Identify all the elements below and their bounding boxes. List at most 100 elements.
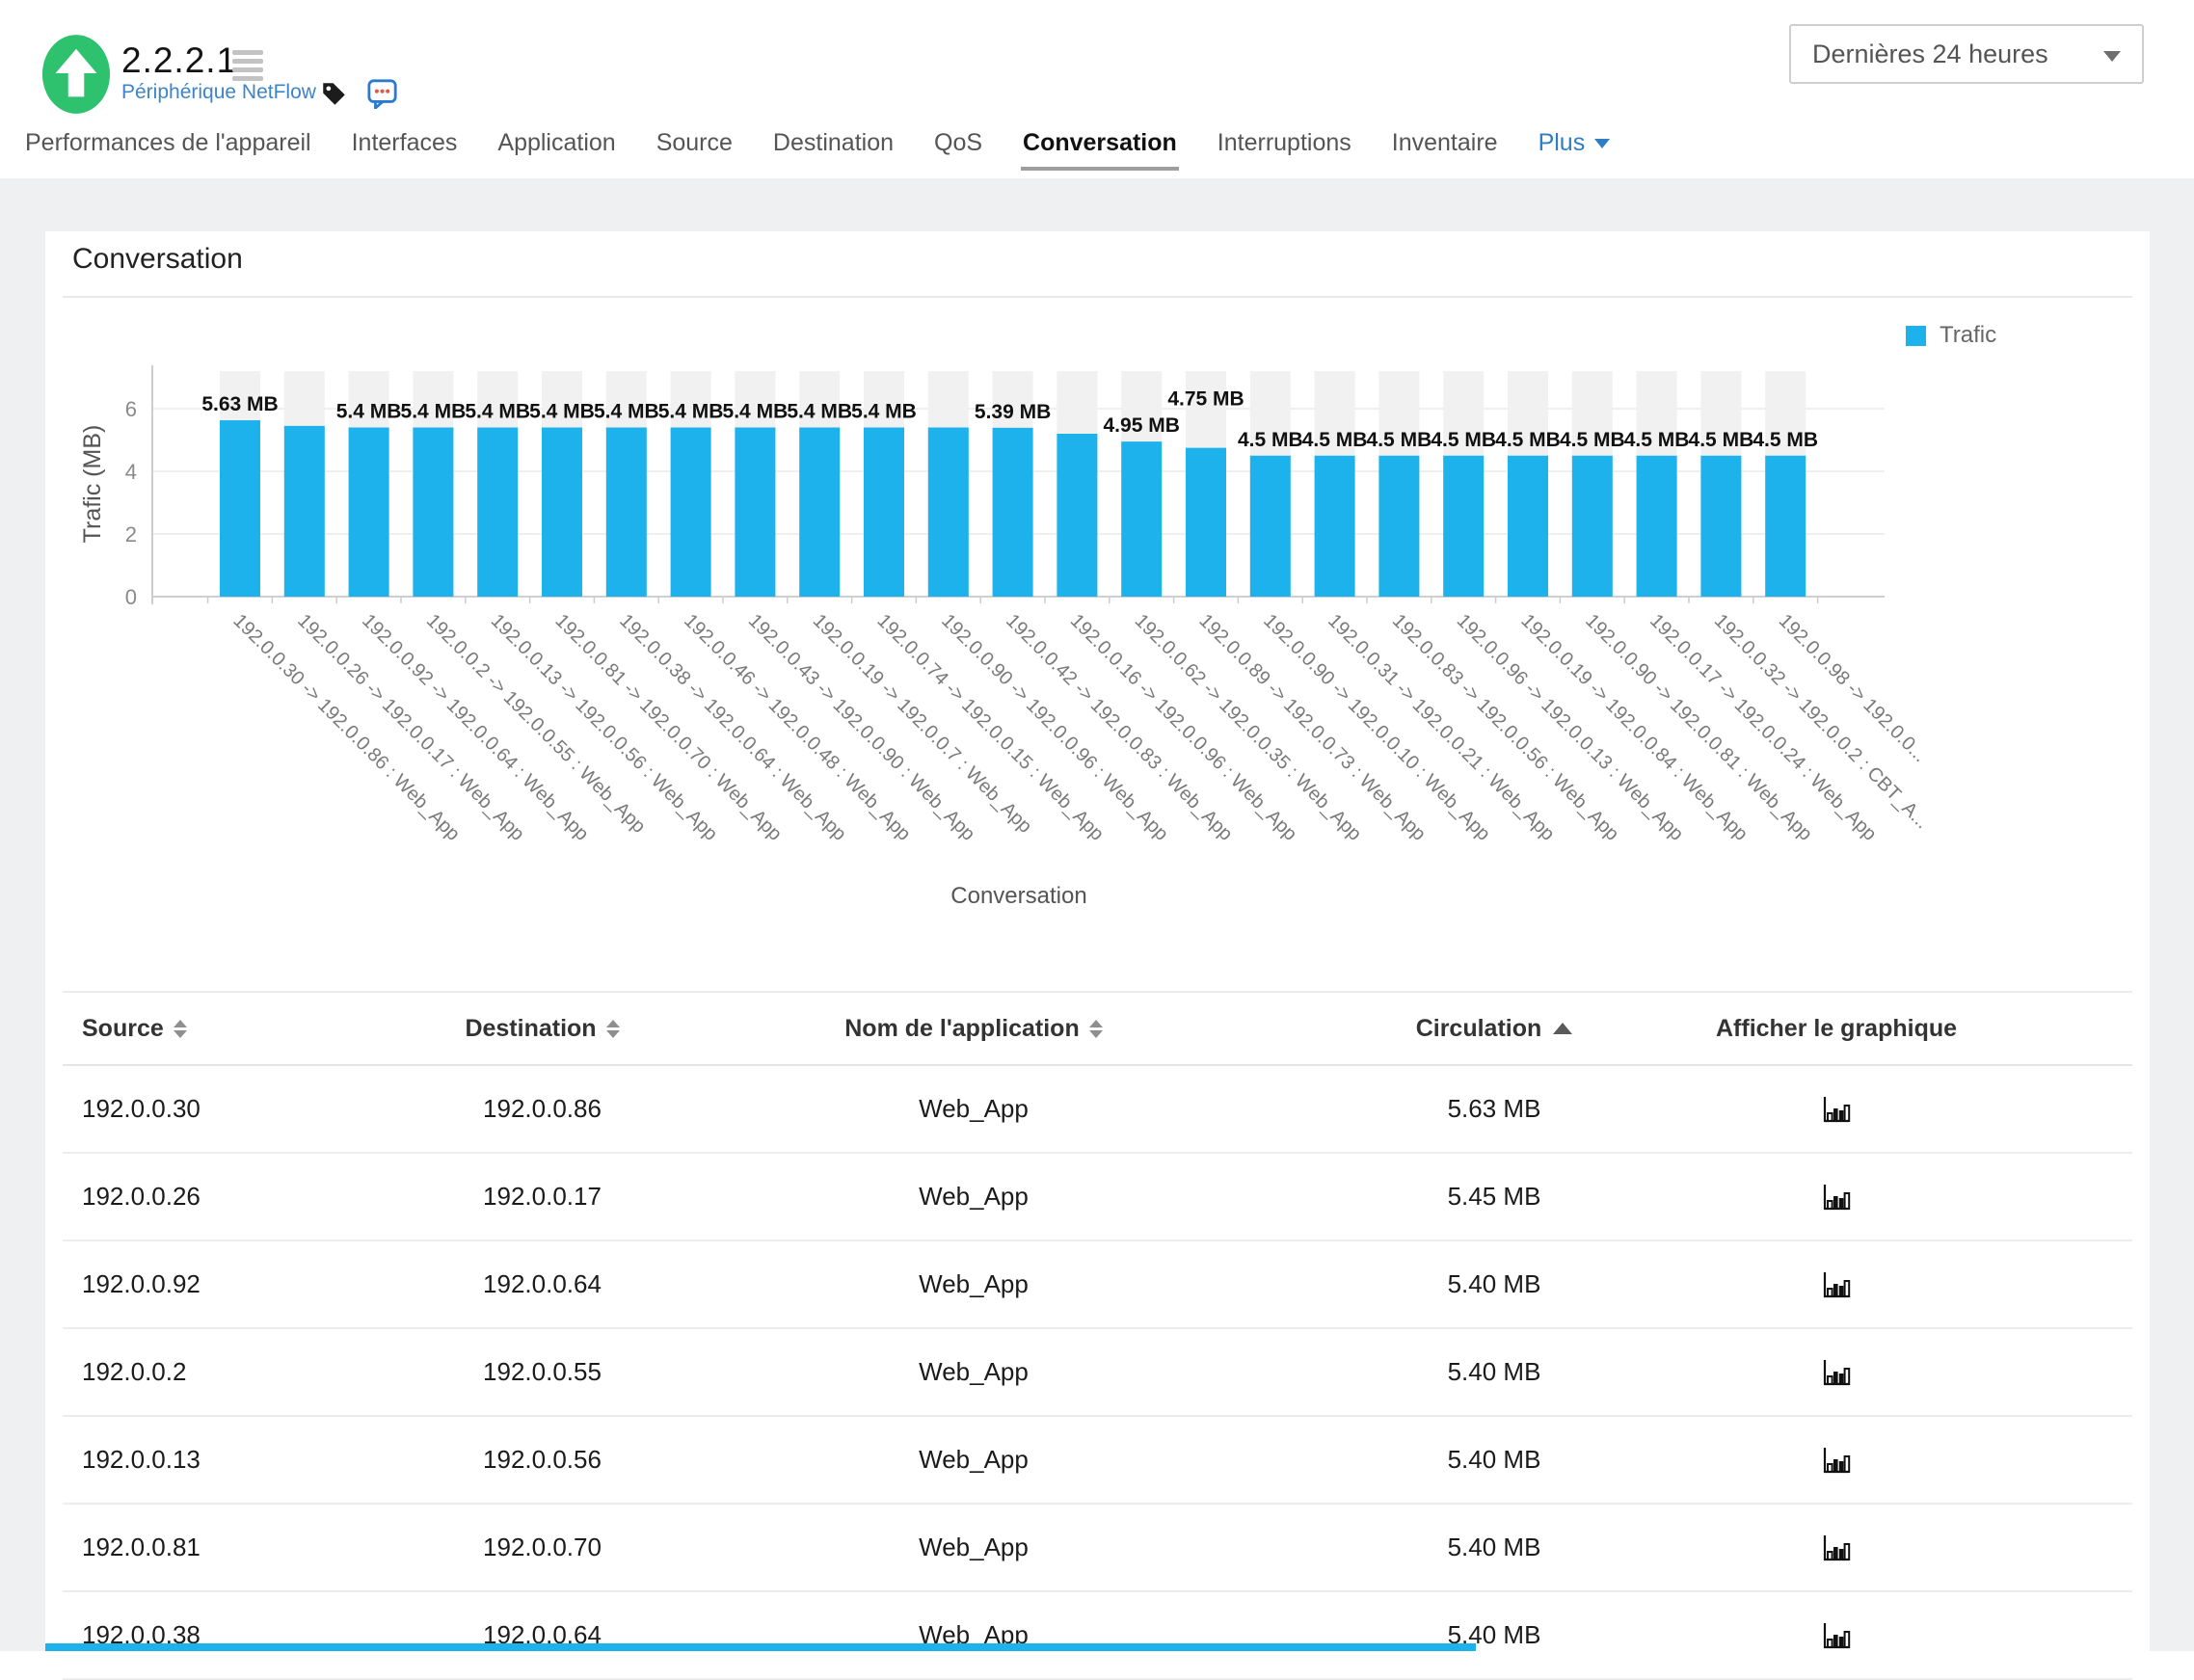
trafic-bar[interactable] [1765,455,1806,597]
bar-value-label: 4.5 MB [1753,429,1818,451]
device-menu-icon[interactable] [232,50,263,81]
trafic-bar[interactable] [477,427,519,598]
bar-chart-icon[interactable] [1821,1094,1852,1125]
column-header-destination[interactable]: Destination [352,1015,733,1043]
bar-chart-icon[interactable] [1821,1445,1852,1476]
trafic-bar[interactable] [864,427,904,598]
trafic-bar[interactable] [413,427,454,598]
table-row: 192.0.0.13 192.0.0.56 Web_App 5.40 MB [63,1417,2132,1505]
bar-value-label: 5.39 MB [975,401,1051,423]
bar-value-label: 4.5 MB [1689,429,1754,451]
svg-text:6: 6 [125,397,137,421]
trafic-bar[interactable] [283,425,325,597]
cell-source: 192.0.0.30 [82,1094,201,1123]
trafic-bar[interactable] [1571,455,1613,597]
tab-more[interactable]: Plus [1537,125,1613,171]
table-header-row: Source Destination Nom de l'application … [63,993,2132,1066]
trafic-bar[interactable] [1249,455,1291,597]
trafic-bar[interactable] [992,427,1033,597]
tab-interfaces[interactable]: Interfaces [350,125,460,171]
cell-application: Web_App [919,1269,1029,1298]
cell-destination: 192.0.0.56 [483,1445,602,1474]
trafic-bar[interactable] [1314,455,1355,597]
time-range-select[interactable]: Dernières 24 heures [1789,24,2144,84]
x-axis-category-label: 192.0.0.90 -> 192.0.0.81 : Web_App [1581,610,1816,845]
cell-source: 192.0.0.13 [82,1445,201,1474]
column-header-source[interactable]: Source [63,1015,352,1043]
sort-updown-icon [605,1019,620,1038]
tab-inventory[interactable]: Inventaire [1390,125,1500,171]
bar-value-label: 5.4 MB [465,401,530,423]
trafic-bar[interactable] [1121,441,1163,597]
trafic-bar[interactable] [1700,455,1742,597]
cell-source: 192.0.0.92 [82,1269,201,1298]
bar-chart-icon[interactable] [1821,1620,1852,1651]
table-row: 192.0.0.26 192.0.0.17 Web_App 5.45 MB [63,1154,2132,1241]
bar-value-label: 5.4 MB [851,401,917,423]
trafic-bar[interactable] [1508,455,1548,597]
trafic-bar[interactable] [670,427,711,598]
trafic-bar[interactable] [735,427,776,598]
bar-chart-icon[interactable] [1821,1357,1852,1388]
cell-traffic: 5.40 MB [1447,1357,1541,1386]
trafic-bar[interactable] [542,427,582,598]
x-axis-category-label: 192.0.0.62 -> 192.0.0.35 : Web_App [1131,610,1366,845]
conversation-table: Source Destination Nom de l'application … [63,991,2132,1680]
cell-application: Web_App [919,1445,1029,1474]
table-row: 192.0.0.92 192.0.0.64 Web_App 5.40 MB [63,1241,2132,1329]
trafic-bar[interactable] [799,427,841,598]
conversation-bar-chart[interactable]: 0 2 4 6 5.63 MB 192.0.0.30 -> 192.0.0.86 : We… [0,318,2194,983]
x-axis-category-label: 192.0.0.17 -> 192.0.0.24 : Web_App [1646,610,1881,845]
trafic-bar[interactable] [1186,447,1226,597]
trafic-bar[interactable] [605,427,647,598]
trafic-bar[interactable] [220,420,260,597]
bar-value-label: 4.75 MB [1167,388,1244,411]
tab-source[interactable]: Source [655,125,735,171]
tab-interruptions[interactable]: Interruptions [1216,125,1353,171]
tab-qos[interactable]: QoS [932,125,984,171]
bar-chart-icon[interactable] [1821,1269,1852,1300]
cell-show-graph [1774,1533,1899,1563]
device-header: 2.2.2.1 Périphérique NetFlow Dernières 2… [0,0,2194,178]
x-axis-category-label: 192.0.0.90 -> 192.0.0.10 : Web_App [1259,610,1494,845]
tab-device-performance[interactable]: Performances de l'appareil [23,125,313,171]
trafic-bar[interactable] [927,427,969,598]
cell-destination: 192.0.0.64 [483,1269,602,1298]
bar-value-label: 4.5 MB [1495,429,1561,451]
bar-chart-icon[interactable] [1821,1182,1852,1213]
bar-value-label: 5.4 MB [658,401,724,423]
cell-traffic: 5.40 MB [1447,1269,1541,1298]
cell-show-graph [1774,1182,1899,1213]
table-row: 192.0.0.81 192.0.0.70 Web_App 5.40 MB [63,1505,2132,1592]
trafic-bar[interactable] [1378,455,1420,597]
bar-value-label: 5.4 MB [594,401,659,423]
bar-value-label: 4.5 MB [1367,429,1432,451]
cell-destination: 192.0.0.17 [483,1182,602,1211]
svg-text:4: 4 [125,460,137,484]
column-header-show-graph: Afficher le graphique [1715,1014,1958,1042]
cell-traffic: 5.40 MB [1447,1445,1541,1474]
x-axis-title: Conversation [950,883,1086,909]
tab-destination[interactable]: Destination [771,125,896,171]
trafic-bar[interactable] [1057,434,1098,597]
x-axis-category-label: 192.0.0.26 -> 192.0.0.17 : Web_App [293,610,528,845]
bar-value-label: 5.4 MB [336,401,402,423]
x-axis-category-label: 192.0.0.81 -> 192.0.0.70 : Web_App [550,610,786,845]
x-axis-category-label: 192.0.0.38 -> 192.0.0.64 : Web_App [615,610,850,845]
x-axis-category-label: 192.0.0.16 -> 192.0.0.96 : Web_App [1066,610,1301,845]
trafic-bar[interactable] [1443,455,1485,597]
bar-value-label: 5.4 MB [787,401,852,423]
column-header-application[interactable]: Nom de l'application [733,1015,1215,1043]
comment-icon[interactable] [367,78,398,112]
tab-application[interactable]: Application [495,125,617,171]
tab-conversation[interactable]: Conversation [1021,125,1179,171]
trafic-bar[interactable] [1636,455,1677,597]
cell-source: 192.0.0.2 [82,1357,187,1386]
trafic-bar[interactable] [348,427,389,598]
y-axis-title: Trafic (MB) [79,425,106,544]
column-header-traffic[interactable]: Circulation [1215,1015,1774,1043]
device-type-link[interactable]: Périphérique NetFlow [121,81,316,104]
tag-icon[interactable] [321,81,347,107]
cell-application: Web_App [919,1533,1029,1561]
bar-chart-icon[interactable] [1821,1533,1852,1563]
